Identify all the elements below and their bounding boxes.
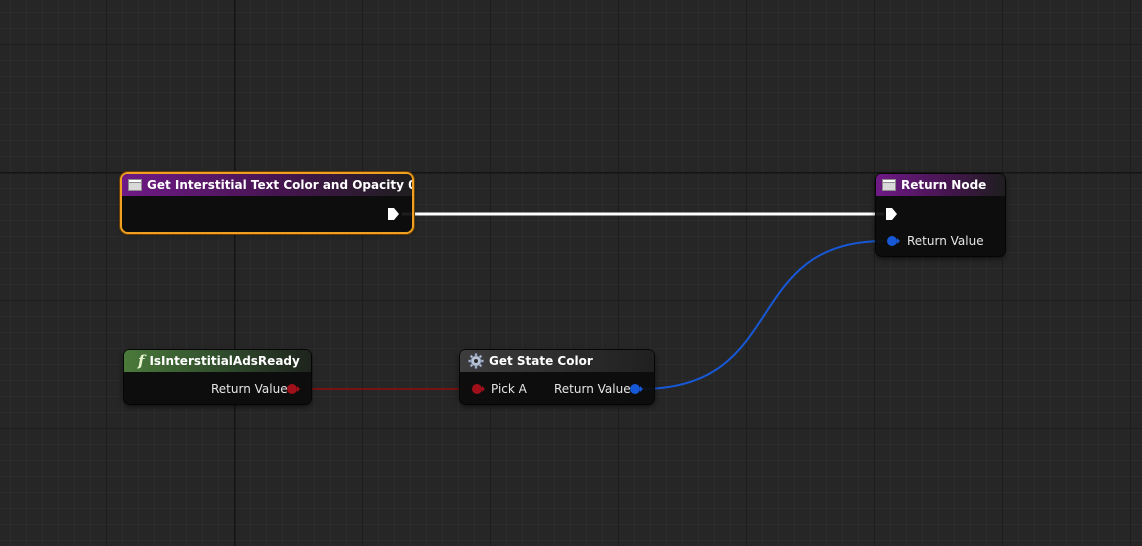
node-header: f IsInterstitialAdsReady <box>124 350 311 372</box>
color-input-pin[interactable] <box>885 234 901 248</box>
is-interstitial-ads-ready-node[interactable]: f IsInterstitialAdsReady Return Value <box>124 350 311 404</box>
node-title: Get State Color <box>489 354 593 368</box>
pick-a-label: Pick A <box>491 382 527 396</box>
pure-function-icon: f <box>138 352 145 370</box>
get-state-color-node[interactable]: Get State Color Pick A Return Value <box>460 350 654 404</box>
return-value-label: Return Value <box>211 382 288 396</box>
bool-input-pin[interactable] <box>470 382 486 396</box>
blueprint-graph-canvas[interactable]: Get Interstitial Text Color and Opacity … <box>0 0 1142 546</box>
gear-icon <box>468 353 484 369</box>
function-entry-icon <box>128 179 142 191</box>
function-entry-node[interactable]: Get Interstitial Text Color and Opacity … <box>122 174 412 232</box>
color-output-pin[interactable] <box>628 382 644 396</box>
node-title: Get Interstitial Text Color and Opacity … <box>147 178 412 192</box>
return-value-label: Return Value <box>554 382 631 396</box>
bool-output-pin[interactable] <box>285 382 301 396</box>
exec-output-pin[interactable] <box>387 207 401 221</box>
node-title: Return Node <box>901 178 987 192</box>
exec-input-pin[interactable] <box>885 207 899 221</box>
color-wire <box>640 240 885 390</box>
return-node[interactable]: Return Node Return Value <box>876 174 1005 256</box>
node-title: IsInterstitialAdsReady <box>149 354 300 368</box>
node-header: Get State Color <box>460 350 654 372</box>
graph-wires <box>299 212 885 390</box>
return-value-label: Return Value <box>907 234 984 248</box>
node-header: Return Node <box>876 174 1005 196</box>
node-header: Get Interstitial Text Color and Opacity … <box>122 174 412 196</box>
function-entry-icon <box>882 179 896 191</box>
